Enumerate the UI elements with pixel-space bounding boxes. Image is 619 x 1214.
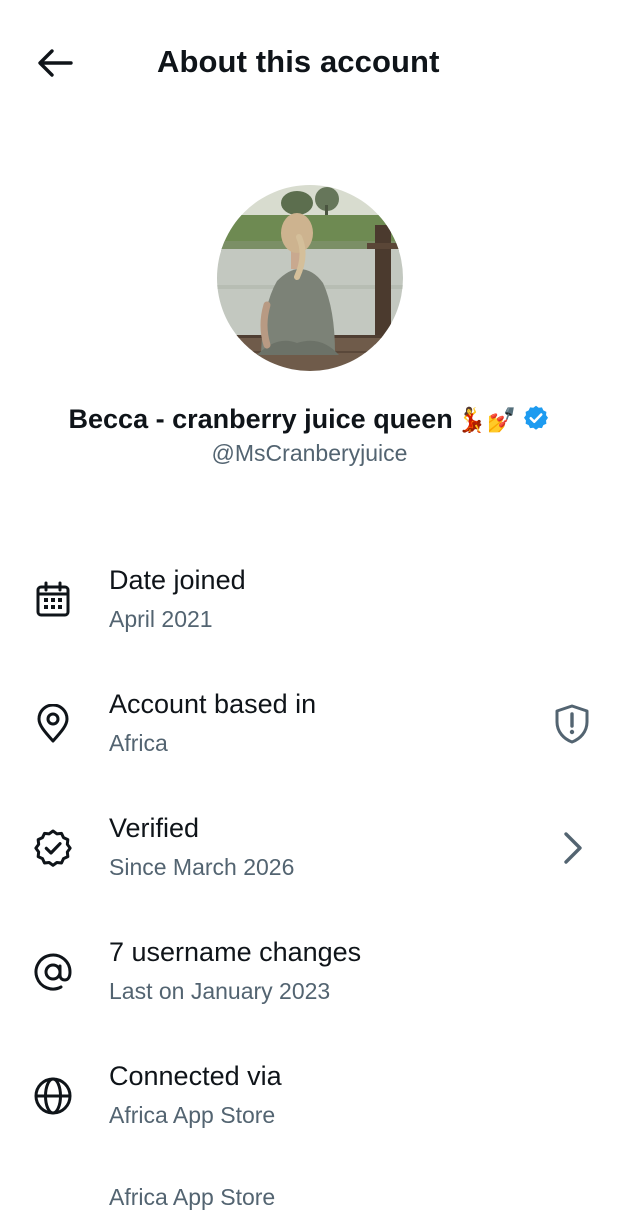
calendar-icon <box>32 579 74 621</box>
info-row-connected-via: Connected via Africa App Store <box>0 1051 619 1151</box>
verified-badge-icon <box>32 827 74 869</box>
location-pin-icon <box>32 703 74 745</box>
info-value: Africa App Store <box>109 1102 276 1128</box>
info-label: Account based in <box>109 689 317 719</box>
info-value: Africa <box>109 730 168 756</box>
info-row-date-joined: Date joined April 2021 <box>0 555 619 655</box>
avatar[interactable] <box>217 185 403 371</box>
cutoff-text: Africa App Store <box>109 1184 276 1210</box>
info-label: Date joined <box>109 565 246 595</box>
globe-icon <box>32 1075 74 1117</box>
info-label: Verified <box>109 813 200 843</box>
at-sign-icon <box>32 951 74 993</box>
info-row-username-changes: 7 username changes Last on January 2023 <box>0 927 619 1027</box>
back-button[interactable] <box>30 40 80 86</box>
name-emojis: 💃💅 <box>456 406 517 434</box>
page-title: About this account <box>157 44 440 79</box>
info-value: Since March 2026 <box>109 854 295 880</box>
info-label: Connected via <box>109 1061 282 1091</box>
info-row-verified[interactable]: Verified Since March 2026 <box>0 803 619 903</box>
shield-alert-icon[interactable] <box>549 701 595 747</box>
display-name: Becca - cranberry juice queen <box>68 404 453 434</box>
top-app-bar: About this account <box>0 0 619 125</box>
profile-handle: @MsCranberyjuice <box>211 440 408 466</box>
info-row-account-based-in: Account based in Africa <box>0 679 619 779</box>
arrow-left-icon <box>38 49 73 77</box>
profile-photo <box>217 185 403 371</box>
chevron-right-icon[interactable] <box>549 825 595 871</box>
info-value: April 2021 <box>109 606 213 632</box>
info-label: 7 username changes <box>109 937 362 967</box>
info-value: Last on January 2023 <box>109 978 331 1004</box>
